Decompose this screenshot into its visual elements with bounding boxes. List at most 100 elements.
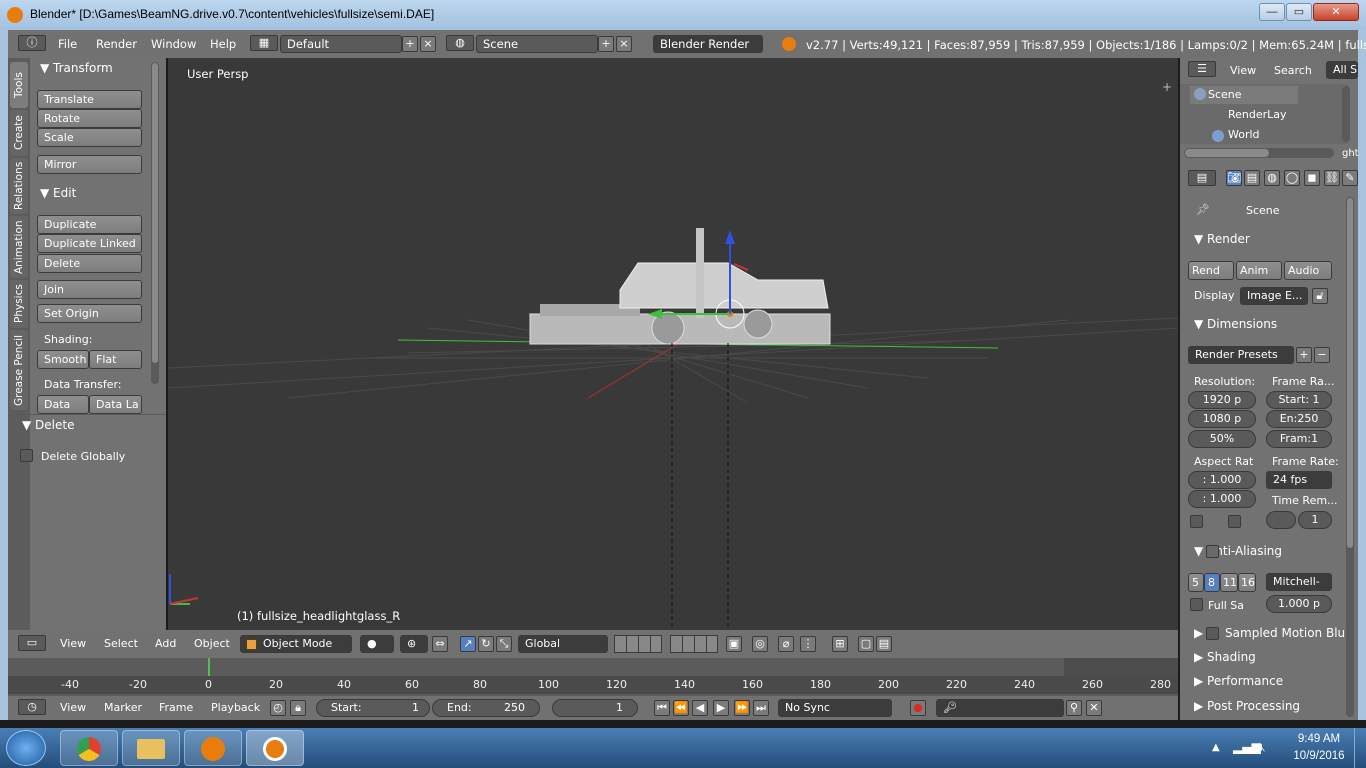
set-origin-select[interactable]: Set Origin — [37, 304, 142, 323]
tab-grease-pencil[interactable]: Grease Pencil — [10, 330, 28, 410]
add-layout-icon[interactable]: + — [402, 36, 418, 52]
motion-blur-checkbox[interactable] — [1206, 627, 1219, 640]
mirror-button[interactable]: Mirror — [37, 155, 142, 174]
frame-start-field[interactable]: Start: 1 — [1266, 391, 1332, 409]
keying-set-field[interactable]: 🔑︎ — [936, 699, 1064, 717]
aa-samples-16[interactable]: 16 — [1238, 573, 1256, 592]
properties-toggle-icon[interactable]: + — [1162, 80, 1172, 94]
data-layout-button[interactable]: Data La — [89, 395, 142, 414]
pivot-point-select[interactable]: ⊛ — [400, 635, 428, 653]
remove-scene-icon[interactable]: × — [616, 36, 632, 52]
only-render-icon[interactable]: ⊞ — [832, 636, 848, 652]
tab-create[interactable]: Create — [10, 110, 28, 156]
clock-time[interactable]: 9:49 AM — [1290, 733, 1348, 745]
border-checkbox[interactable] — [1190, 515, 1203, 528]
crop-checkbox[interactable] — [1228, 515, 1241, 528]
rotate-manipulator-icon[interactable]: ↻ — [478, 636, 494, 652]
outliner-item-renderlayers[interactable]: RenderLay — [1228, 108, 1287, 121]
duplicate-button[interactable]: Duplicate — [37, 215, 142, 234]
data-transfer-button[interactable]: Data — [37, 395, 89, 414]
start-button[interactable] — [6, 730, 46, 766]
translate-manipulator-icon[interactable]: ↗ — [460, 636, 476, 652]
duplicate-linked-button[interactable]: Duplicate Linked — [37, 234, 142, 253]
filter-size-field[interactable]: 1.000 p — [1266, 595, 1332, 613]
outliner-display-mode[interactable]: All Sc — [1326, 61, 1358, 79]
show-hidden-icons[interactable]: ▲ — [1212, 742, 1220, 753]
scale-manipulator-icon[interactable]: ⤡ — [496, 636, 512, 652]
layer-buttons-a[interactable] — [614, 635, 662, 653]
shading-panel-header[interactable]: ▶ Shading — [1194, 650, 1256, 664]
aa-filter-select[interactable]: Mitchell- — [1266, 573, 1332, 591]
translate-button[interactable]: Translate — [37, 90, 142, 109]
play-reverse-icon[interactable]: ◀ — [692, 700, 708, 716]
resolution-x-field[interactable]: 1920 p — [1188, 391, 1256, 409]
editor-type-outliner-icon[interactable]: ☰ — [1188, 61, 1216, 77]
preview-range-icon[interactable]: ◴ — [270, 700, 286, 716]
edit-panel-header[interactable]: ▼ Edit — [40, 186, 76, 200]
opengl-anim-icon[interactable]: ▤ — [876, 636, 892, 652]
menu-help[interactable]: Help — [210, 37, 236, 51]
delete-keyframe-icon[interactable]: ✕ — [1086, 700, 1102, 716]
current-frame-field[interactable]: 1 — [552, 699, 638, 717]
record-icon[interactable]: ● — [910, 700, 926, 716]
frame-rate-select[interactable]: 24 fps — [1266, 471, 1332, 489]
menu-add[interactable]: Add — [155, 637, 176, 650]
show-desktop-button[interactable] — [1354, 728, 1366, 768]
post-processing-panel-header[interactable]: ▶ Post Processing — [1194, 699, 1300, 713]
time-remap-old-field[interactable] — [1266, 511, 1296, 529]
screen-layout-field[interactable]: Default — [280, 35, 402, 53]
outliner-menu-view[interactable]: View — [1230, 64, 1256, 77]
editor-type-3d-icon[interactable]: ▭ — [18, 635, 46, 651]
outliner-vscrollbar[interactable] — [1342, 86, 1350, 142]
taskbar-explorer[interactable] — [122, 730, 180, 766]
performance-panel-header[interactable]: ▶ Performance — [1194, 674, 1283, 688]
taskbar-app3[interactable] — [184, 730, 242, 766]
timeline-menu-playback[interactable]: Playback — [211, 701, 260, 714]
insert-keyframe-icon[interactable]: ⚲ — [1066, 700, 1082, 716]
transform-panel-header[interactable]: ▼ Transform — [40, 61, 113, 75]
render-presets-select[interactable]: Render Presets — [1188, 346, 1294, 364]
time-remap-new-field[interactable]: 1 — [1298, 511, 1332, 529]
outliner-row-scene[interactable] — [1190, 86, 1298, 104]
taskbar-chrome[interactable] — [60, 730, 118, 766]
aa-samples-8[interactable]: 8 — [1204, 573, 1220, 592]
menu-select[interactable]: Select — [104, 637, 138, 650]
menu-view[interactable]: View — [60, 637, 86, 650]
delete-panel-header[interactable]: ▼ Delete — [22, 418, 74, 432]
sync-mode-select[interactable]: No Sync — [778, 699, 892, 717]
aa-samples-11[interactable]: 11 — [1220, 573, 1238, 592]
delete-button[interactable]: Delete — [37, 254, 142, 273]
render-audio-button[interactable]: Audio — [1284, 261, 1332, 280]
clock-date[interactable]: 10/9/2016 — [1286, 750, 1352, 762]
outliner-item-world[interactable]: World — [1228, 128, 1260, 141]
volume-icon[interactable]: 🔇︎ — [1258, 740, 1266, 755]
minimize-button[interactable]: — — [1259, 3, 1285, 21]
editor-type-properties-icon[interactable]: ▤ — [1188, 170, 1216, 186]
gizmo-z-head[interactable] — [725, 230, 735, 244]
lock-range-icon[interactable]: 🔒︎ — [290, 700, 306, 716]
maximize-button[interactable]: ▭ — [1286, 3, 1312, 21]
taskbar-blender[interactable] — [246, 730, 304, 766]
menu-window[interactable]: Window — [151, 37, 196, 51]
scene-icon[interactable]: ◍ — [446, 35, 474, 51]
render-panel-header[interactable]: ▼ Render — [1194, 232, 1250, 246]
add-preset-icon[interactable]: + — [1296, 347, 1312, 363]
tab-tools[interactable]: Tools — [10, 62, 28, 108]
start-frame-field[interactable]: Start: 1 — [316, 699, 430, 717]
rotate-button[interactable]: Rotate — [37, 109, 142, 128]
remove-layout-icon[interactable]: × — [420, 36, 436, 52]
frame-end-field[interactable]: En:250 — [1266, 410, 1332, 428]
frame-step-field[interactable]: Fram:1 — [1266, 430, 1332, 448]
network-icon[interactable]: ▂▄▆ — [1233, 740, 1261, 754]
properties-scrollbar[interactable] — [1346, 197, 1354, 717]
tab-animation[interactable]: Animation — [10, 216, 28, 278]
aa-samples-5[interactable]: 5 — [1188, 573, 1204, 592]
scene-context-icon[interactable]: ◍ — [1264, 170, 1280, 186]
menu-file[interactable]: File — [58, 37, 77, 51]
render-animation-button[interactable]: Anim — [1236, 261, 1282, 280]
lock-interface-icon[interactable]: 🔓︎ — [1312, 288, 1328, 304]
close-button[interactable]: ✕ — [1313, 3, 1359, 21]
render-layers-context-icon[interactable]: ▤ — [1244, 170, 1260, 186]
3d-viewport[interactable]: User Persp (1) fullsize_headlightglass_R… — [168, 58, 1178, 630]
join-button[interactable]: Join — [37, 280, 142, 299]
